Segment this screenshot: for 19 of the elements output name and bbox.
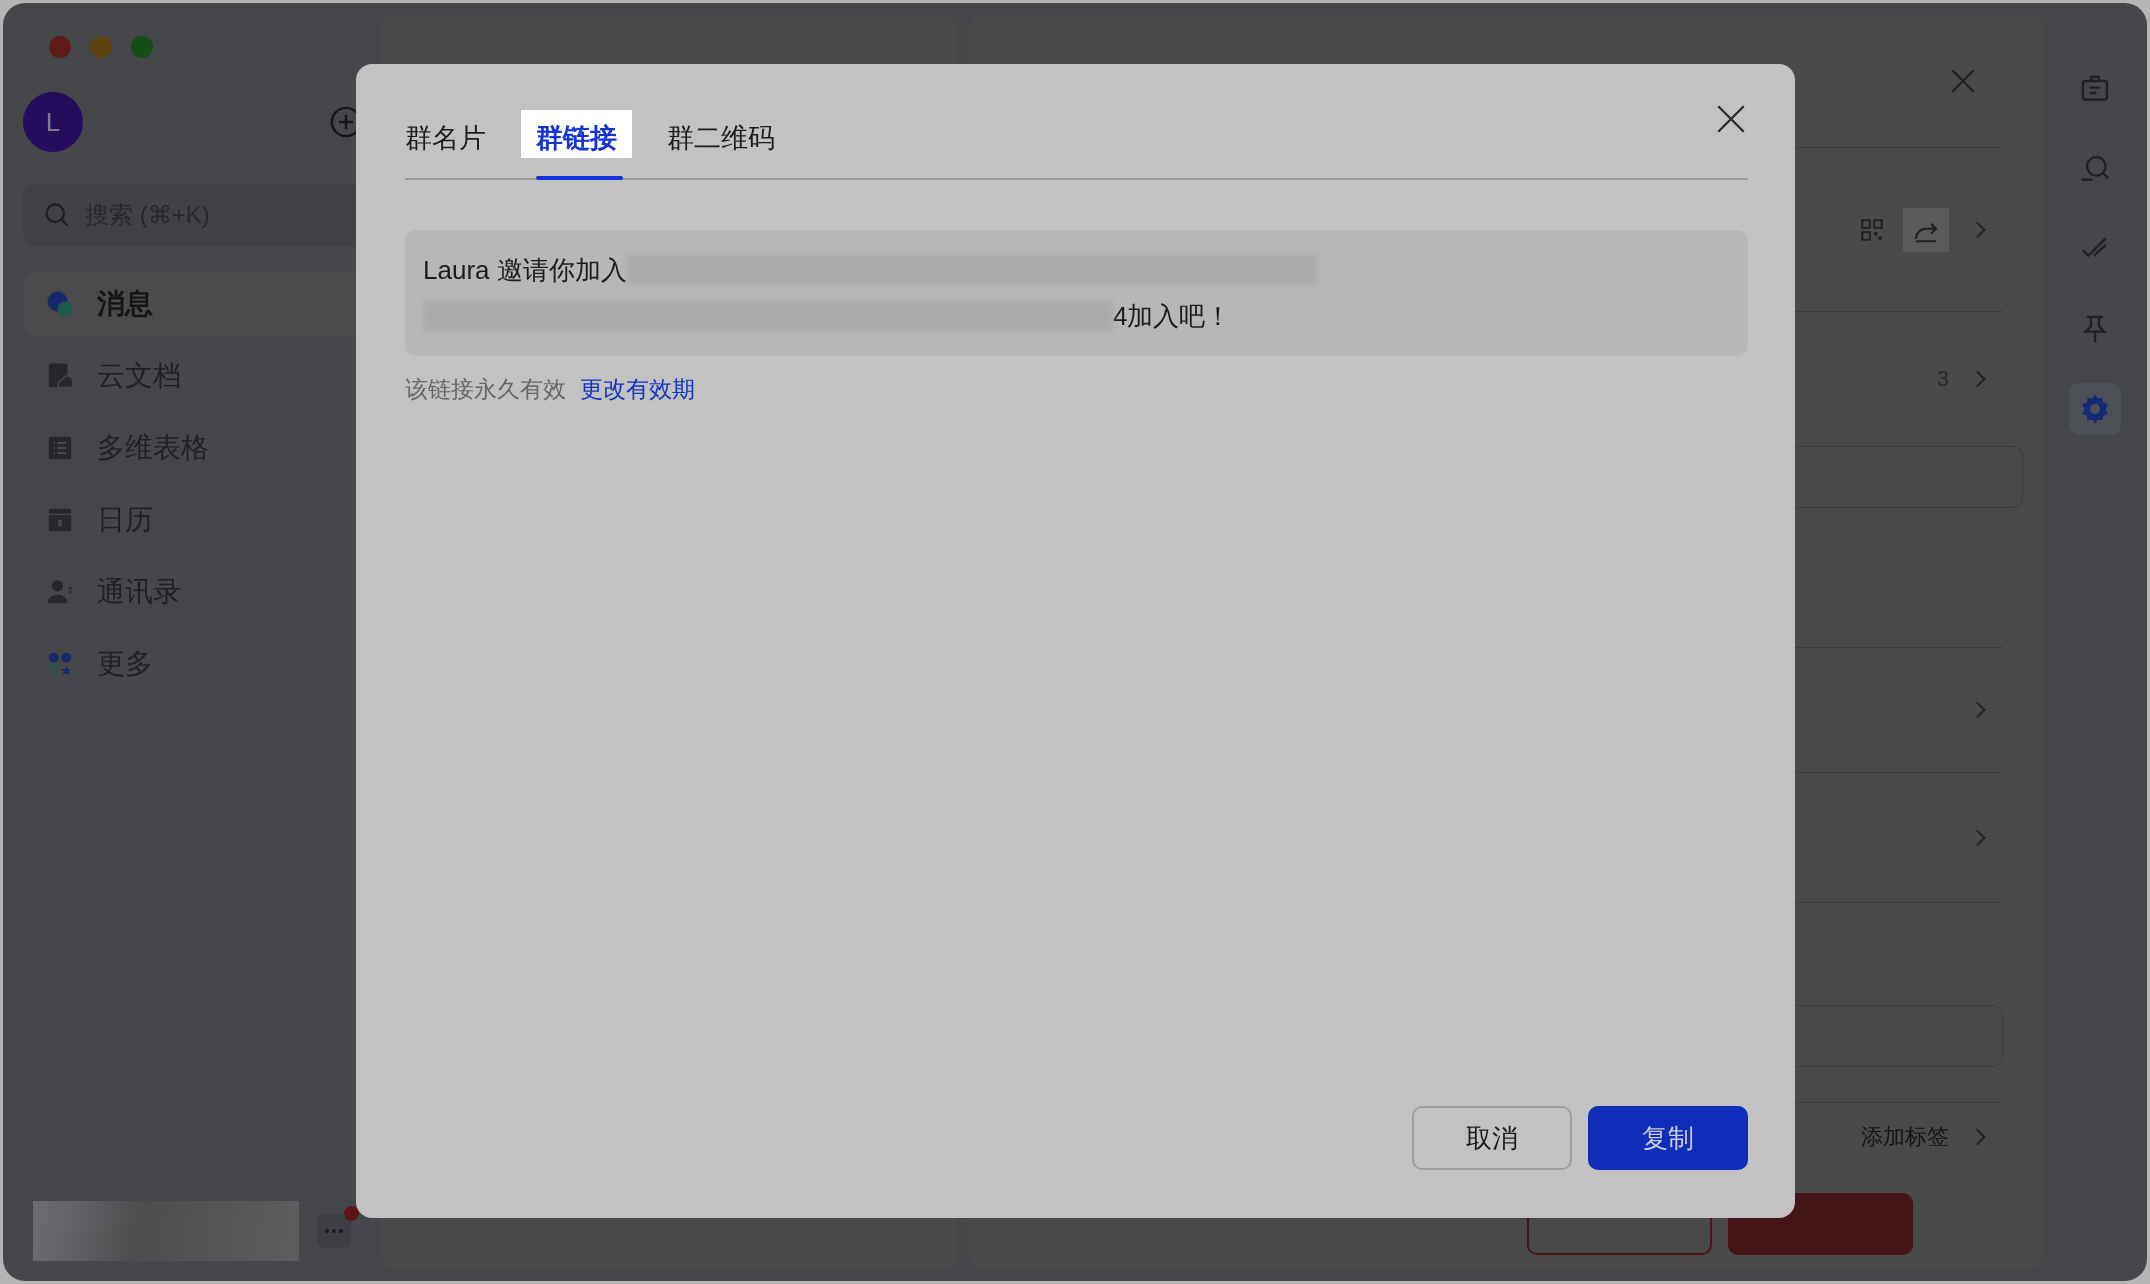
settings-button[interactable] xyxy=(2069,383,2121,435)
invite-text: 4加入吧！ xyxy=(1113,299,1232,333)
user-avatar[interactable]: L xyxy=(23,92,83,152)
tab[interactable]: 群二维码 xyxy=(652,110,790,158)
copy-button[interactable]: 复制 xyxy=(1588,1106,1748,1170)
close-window-button[interactable] xyxy=(49,36,71,58)
invite-text: Laura 邀请你加入 xyxy=(423,253,627,287)
cancel-button[interactable]: 取消 xyxy=(1412,1106,1572,1170)
notification-dot xyxy=(344,1206,359,1221)
qr-code-icon xyxy=(1859,216,1885,243)
change-validity-link[interactable]: 更改有效期 xyxy=(580,374,695,405)
tab[interactable]: 群名片 xyxy=(405,110,501,158)
minimize-window-button[interactable] xyxy=(90,36,112,58)
dots-icon xyxy=(325,1229,343,1233)
validity-text: 该链接永久有效 xyxy=(405,375,566,404)
chat-bubbles-icon xyxy=(45,289,75,319)
more-button[interactable] xyxy=(317,1214,351,1248)
share-button[interactable] xyxy=(1903,207,1949,252)
maximize-window-button[interactable] xyxy=(131,36,153,58)
